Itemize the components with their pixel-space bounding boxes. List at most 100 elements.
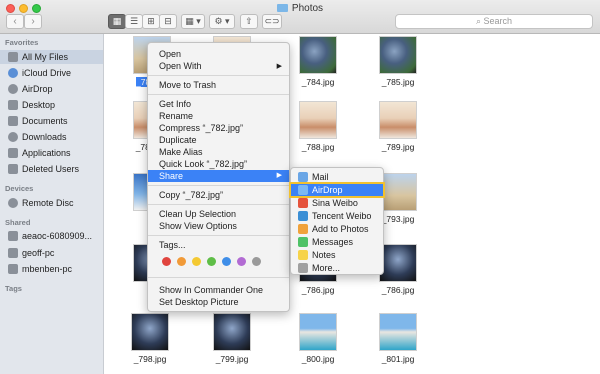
tag-color-blue[interactable] bbox=[222, 257, 231, 266]
tag-color-yellow[interactable] bbox=[192, 257, 201, 266]
disc-icon bbox=[8, 198, 18, 208]
share-item-mail[interactable]: Mail bbox=[291, 171, 383, 183]
menu-item-open[interactable]: Open bbox=[148, 49, 289, 60]
share-item-label: Add to Photos bbox=[312, 224, 369, 234]
share-item-tencent-weibo[interactable]: Tencent Weibo bbox=[291, 210, 383, 222]
computer-icon bbox=[8, 231, 18, 241]
tag-color-purple[interactable] bbox=[237, 257, 246, 266]
menu-separator bbox=[148, 185, 289, 186]
sidebar-item-deleted-users[interactable]: Deleted Users bbox=[8, 162, 79, 176]
share-item-label: Sina Weibo bbox=[312, 198, 358, 208]
sidebar-item-label: Applications bbox=[22, 148, 71, 158]
sidebar-item-all-my-files[interactable]: All My Files bbox=[0, 50, 103, 64]
file-item[interactable]: _798.jpg bbox=[120, 313, 180, 369]
arrange-button[interactable]: ▦ ▾ bbox=[181, 14, 205, 29]
menu-separator bbox=[148, 75, 289, 76]
menu-item-show-view-options[interactable]: Show View Options bbox=[148, 221, 289, 232]
forward-button[interactable]: › bbox=[24, 14, 42, 29]
menu-item-rename[interactable]: Rename bbox=[148, 111, 289, 122]
sidebar-item-geoff-pc[interactable]: geoff-pc bbox=[8, 246, 54, 260]
column-view-button[interactable]: ⊞ bbox=[142, 14, 160, 29]
file-item[interactable]: _784.jpg bbox=[288, 36, 348, 92]
menu-item-get-info[interactable]: Get Info bbox=[148, 99, 289, 110]
folder-icon bbox=[276, 4, 288, 12]
share-item-messages[interactable]: Messages bbox=[291, 236, 383, 248]
menu-item-tags[interactable]: Tags... bbox=[148, 240, 289, 251]
file-item[interactable]: _785.jpg bbox=[368, 36, 428, 92]
menu-separator bbox=[148, 204, 289, 205]
file-item[interactable]: _799.jpg bbox=[202, 313, 262, 369]
photo-thumbnail bbox=[131, 313, 169, 351]
sidebar-item-label: Downloads bbox=[22, 132, 67, 142]
share-button[interactable]: ⇧ bbox=[240, 14, 258, 29]
cover-flow-button[interactable]: ⊟ bbox=[159, 14, 177, 29]
sidebar-item-remote-disc[interactable]: Remote Disc bbox=[8, 196, 74, 210]
edit-tags-button[interactable]: ⊂⊃ bbox=[262, 14, 282, 29]
menu-item-copy[interactable]: Copy “_782.jpg” bbox=[148, 190, 289, 201]
menu-item-clean-up-selection[interactable]: Clean Up Selection bbox=[148, 209, 289, 220]
tag-color-green[interactable] bbox=[207, 257, 216, 266]
sidebar-item-shared-computer[interactable]: aeaoc-6080909... bbox=[8, 229, 92, 243]
icon-view-button[interactable]: ▦ bbox=[108, 14, 126, 29]
photo-thumbnail bbox=[299, 36, 337, 74]
file-name: _788.jpg bbox=[301, 142, 335, 152]
search-input[interactable]: ⌕ Search bbox=[395, 14, 593, 29]
menu-item-quick-look[interactable]: Quick Look “_782.jpg” bbox=[148, 159, 289, 170]
menu-item-share[interactable]: Share ▶ bbox=[148, 170, 289, 182]
share-item-notes[interactable]: Notes bbox=[291, 249, 383, 261]
sidebar-item-label: iCloud Drive bbox=[22, 68, 72, 78]
sidebar-item-applications[interactable]: Applications bbox=[8, 146, 71, 160]
menu-separator bbox=[148, 94, 289, 95]
sidebar-section-devices: Devices bbox=[5, 184, 34, 193]
menu-item-duplicate[interactable]: Duplicate bbox=[148, 135, 289, 146]
share-submenu: Mail AirDrop Sina Weibo Tencent Weibo Ad… bbox=[289, 167, 385, 275]
menu-item-set-desktop-picture[interactable]: Set Desktop Picture bbox=[148, 297, 289, 308]
file-name: _786.jpg bbox=[301, 285, 335, 295]
menu-item-compress[interactable]: Compress “_782.jpg” bbox=[148, 123, 289, 134]
sidebar-item-desktop[interactable]: Desktop bbox=[8, 98, 55, 112]
file-item[interactable]: _789.jpg bbox=[368, 101, 428, 157]
photo-thumbnail bbox=[379, 101, 417, 139]
menu-item-show-in-commander-one[interactable]: Show In Commander One bbox=[148, 285, 289, 296]
file-item[interactable]: _800.jpg bbox=[288, 313, 348, 369]
sidebar-item-documents[interactable]: Documents bbox=[8, 114, 68, 128]
folder-icon bbox=[8, 164, 18, 174]
share-item-more[interactable]: More... bbox=[291, 262, 383, 274]
sidebar-item-downloads[interactable]: Downloads bbox=[8, 130, 67, 144]
list-view-button[interactable]: ☰ bbox=[125, 14, 143, 29]
sidebar-item-label: Deleted Users bbox=[22, 164, 80, 174]
sidebar-item-airdrop[interactable]: AirDrop bbox=[8, 82, 53, 96]
file-item[interactable]: _788.jpg bbox=[288, 101, 348, 157]
sidebar-item-label: mbenben-pc bbox=[22, 264, 73, 274]
computer-icon bbox=[8, 248, 18, 258]
share-item-label: Mail bbox=[312, 172, 329, 182]
cloud-icon bbox=[8, 68, 18, 78]
file-item[interactable]: _801.jpg bbox=[368, 313, 428, 369]
share-item-airdrop[interactable]: AirDrop bbox=[289, 182, 385, 198]
share-item-add-to-photos[interactable]: Add to Photos bbox=[291, 223, 383, 235]
menu-item-move-to-trash[interactable]: Move to Trash bbox=[148, 80, 289, 91]
finder-window: Photos ‹ › ▦ ☰ ⊞ ⊟ ▦ ▾ ⚙ ▾ ⇧ ⊂⊃ ⌕ Search… bbox=[0, 0, 600, 374]
menu-item-open-with[interactable]: Open With ▶ bbox=[148, 61, 289, 72]
action-gear-button[interactable]: ⚙ ▾ bbox=[209, 14, 235, 29]
menu-item-make-alias[interactable]: Make Alias bbox=[148, 147, 289, 158]
computer-icon bbox=[8, 264, 18, 274]
file-name: _785.jpg bbox=[381, 77, 415, 87]
back-button[interactable]: ‹ bbox=[6, 14, 24, 29]
sidebar-item-mbenben-pc[interactable]: mbenben-pc bbox=[8, 262, 72, 276]
file-name: _786.jpg bbox=[381, 285, 415, 295]
menu-separator bbox=[148, 235, 289, 236]
tag-color-red[interactable] bbox=[162, 257, 171, 266]
photo-thumbnail bbox=[379, 313, 417, 351]
share-item-sina-weibo[interactable]: Sina Weibo bbox=[291, 197, 383, 209]
messages-icon bbox=[298, 237, 308, 247]
photo-thumbnail bbox=[299, 101, 337, 139]
tag-color-orange[interactable] bbox=[177, 257, 186, 266]
tag-color-gray[interactable] bbox=[252, 257, 261, 266]
submenu-arrow-icon: ▶ bbox=[276, 63, 282, 70]
search-icon: ⌕ bbox=[475, 16, 484, 26]
sidebar-section-favorites: Favorites bbox=[5, 38, 39, 47]
sidebar-item-icloud-drive[interactable]: iCloud Drive bbox=[8, 66, 71, 80]
applications-icon bbox=[8, 148, 18, 158]
window-title: Photos bbox=[0, 3, 600, 14]
